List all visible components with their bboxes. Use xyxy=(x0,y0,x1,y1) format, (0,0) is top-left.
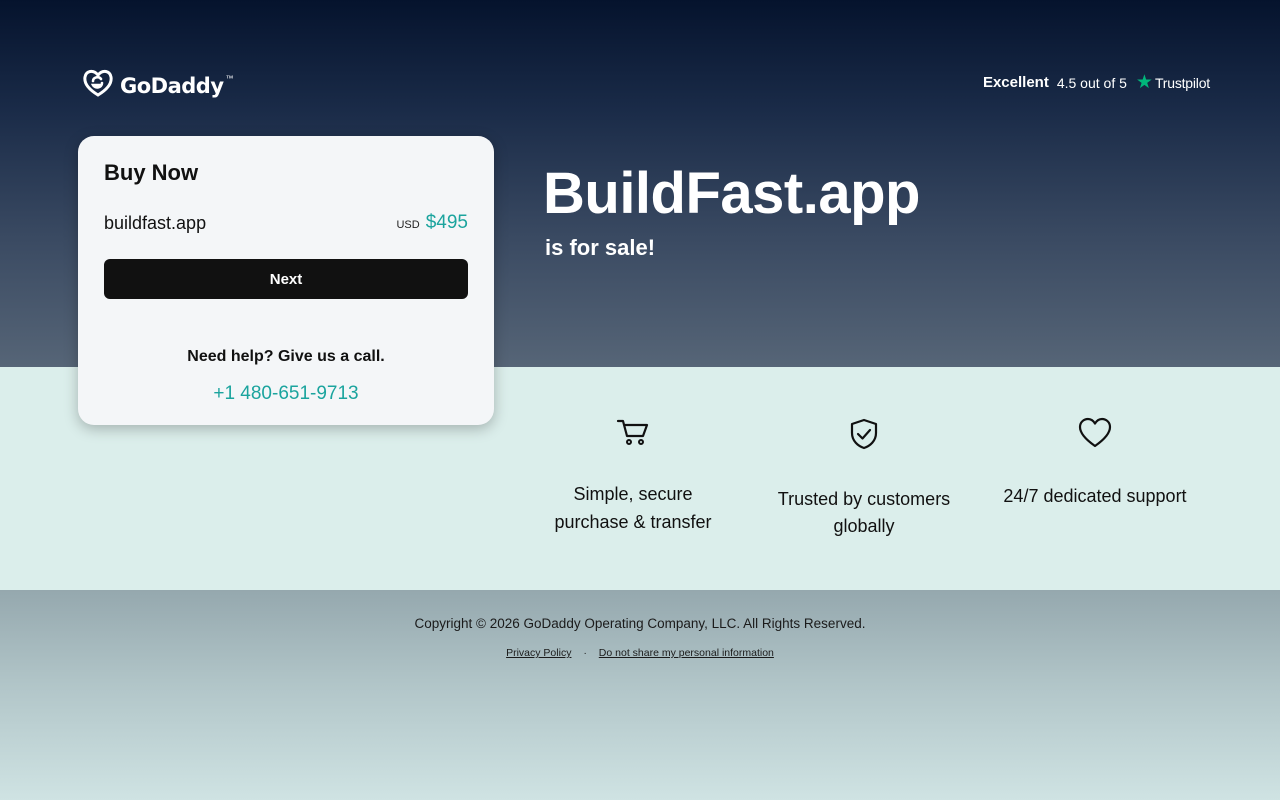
feature-label-line2: purchase & transfer xyxy=(554,512,712,532)
rating-word: Excellent xyxy=(982,74,1049,91)
trustpilot-brand: Trustpilot xyxy=(1154,74,1210,91)
feature-secure-purchase: Simple, secure purchase & transfer xyxy=(533,417,733,536)
shield-check-icon xyxy=(764,417,964,456)
feature-label-line1: 24/7 dedicated support xyxy=(1003,486,1187,506)
buy-now-card: Buy Now buildfast.app USD $495 Next Need… xyxy=(78,136,494,425)
cart-icon xyxy=(533,417,733,452)
next-button[interactable]: Next xyxy=(104,259,468,299)
feature-support: 24/7 dedicated support xyxy=(975,417,1215,510)
feature-trusted: Trusted by customers globally xyxy=(764,417,964,540)
footer-separator: · xyxy=(583,647,587,659)
hero-domain-title: BuildFast.app xyxy=(543,161,920,226)
godaddy-heart-icon xyxy=(82,68,114,103)
hero-subtitle: is for sale! xyxy=(545,235,656,260)
feature-label-line1: Simple, secure xyxy=(573,484,693,504)
do-not-share-link[interactable]: Do not share my personal information xyxy=(599,647,774,659)
privacy-policy-link[interactable]: Privacy Policy xyxy=(506,647,571,659)
card-price: USD $495 xyxy=(396,212,468,234)
card-title: Buy Now xyxy=(104,160,199,185)
feature-label-line2: globally xyxy=(833,516,895,536)
godaddy-logo[interactable]: GoDaddy ™ xyxy=(82,68,234,103)
feature-label-line1: Trusted by customers xyxy=(777,489,951,509)
copyright-text: Copyright © 2026 GoDaddy Operating Compa… xyxy=(414,616,866,631)
card-domain-name: buildfast.app xyxy=(104,213,207,233)
price-currency: USD xyxy=(396,219,420,231)
footer-links: Privacy Policy · Do not share my persona… xyxy=(0,647,1280,659)
help-text: Need help? Give us a call. xyxy=(187,348,385,365)
price-amount: $495 xyxy=(425,212,468,233)
trademark-symbol: ™ xyxy=(225,74,234,83)
trustpilot-rating[interactable]: Excellent 4.5 out of 5 ★ Trustpilot xyxy=(983,73,1210,92)
rating-score: 4.5 out of 5 xyxy=(1056,74,1127,91)
phone-link[interactable]: +1 480-651-9713 xyxy=(78,383,494,405)
heart-icon xyxy=(975,417,1215,454)
brand-name: GoDaddy xyxy=(120,73,224,98)
trustpilot-star-icon: ★ xyxy=(1135,72,1153,93)
